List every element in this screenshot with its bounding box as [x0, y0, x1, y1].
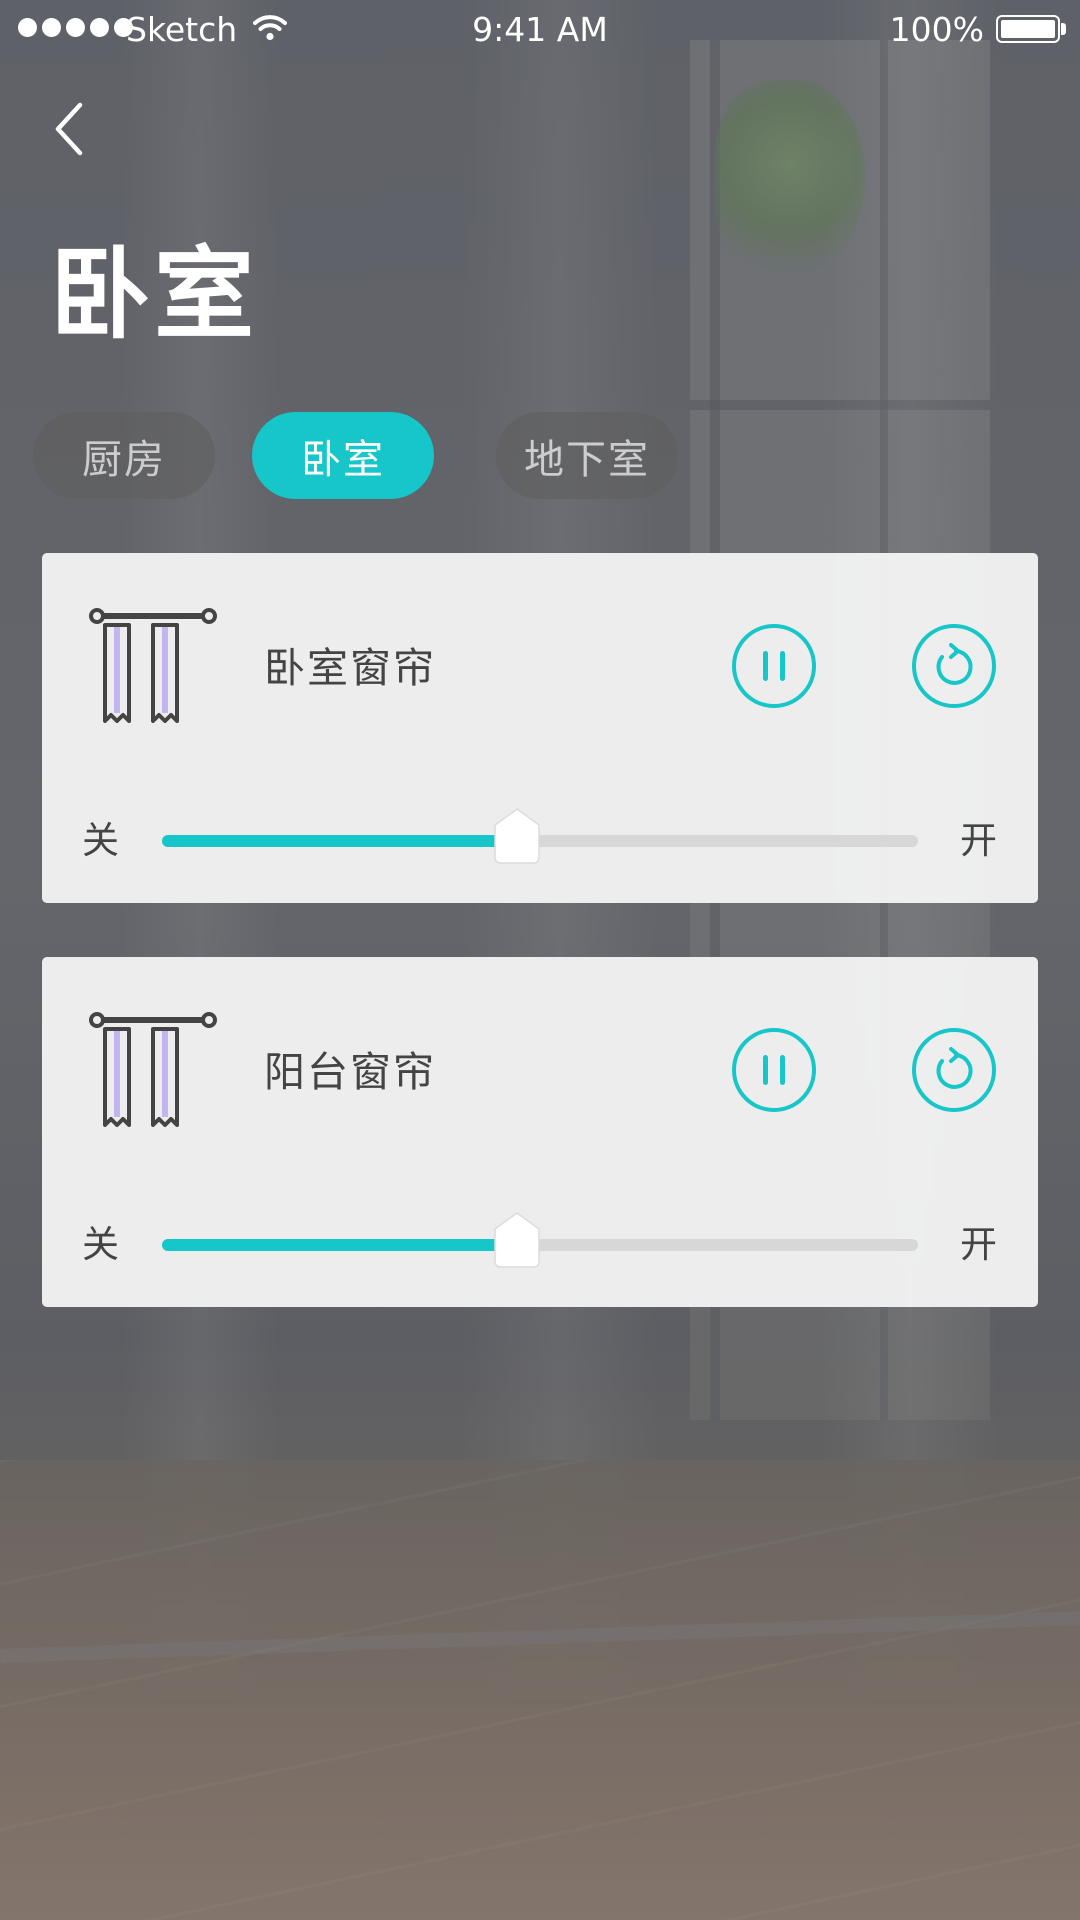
room-tabs: 厨房 卧室 地下室	[0, 412, 1080, 499]
curtain-icon	[89, 1012, 217, 1127]
device-card: 阳台窗帘 关 开	[42, 957, 1038, 1307]
refresh-icon	[936, 643, 973, 685]
slider-track[interactable]	[162, 1212, 918, 1268]
slider-thumb[interactable]	[491, 807, 543, 865]
pause-button[interactable]	[732, 1028, 816, 1112]
tab-kitchen[interactable]: 厨房	[33, 412, 215, 499]
refresh-icon	[936, 1047, 973, 1089]
pause-icon	[763, 1055, 785, 1085]
slider-min-label: 关	[82, 1223, 119, 1266]
slider-min-label: 关	[82, 819, 119, 862]
background-floor	[0, 1460, 1080, 1920]
battery-percentage: 100%	[889, 10, 984, 49]
device-name: 阳台窗帘	[264, 1048, 436, 1096]
screen: Sketch 9:41 AM 100% 卧室 厨房 卧室 地下室 卧室窗帘 关 …	[0, 0, 1080, 1920]
battery-nub	[1061, 23, 1066, 35]
tab-basement[interactable]: 地下室	[496, 412, 678, 499]
refresh-button[interactable]	[912, 1028, 996, 1112]
refresh-button[interactable]	[912, 624, 996, 708]
status-bar: Sketch 9:41 AM 100%	[0, 0, 1080, 60]
back-button[interactable]	[44, 96, 94, 162]
position-slider: 关 开	[42, 801, 1038, 881]
slider-fill	[162, 835, 518, 847]
background-mullion	[690, 400, 990, 410]
slider-thumb[interactable]	[491, 1211, 543, 1269]
curtain-icon	[89, 608, 217, 723]
slider-track[interactable]	[162, 808, 918, 864]
device-card: 卧室窗帘 关 开	[42, 553, 1038, 903]
slider-max-label: 开	[960, 819, 997, 862]
pause-icon	[763, 651, 785, 681]
slider-max-label: 开	[960, 1223, 997, 1266]
slider-fill	[162, 1239, 518, 1251]
page-title: 卧室	[50, 236, 258, 353]
pause-button[interactable]	[732, 624, 816, 708]
device-name: 卧室窗帘	[264, 644, 436, 692]
position-slider: 关 开	[42, 1205, 1038, 1285]
background-foliage	[715, 80, 865, 290]
battery-icon	[996, 15, 1060, 43]
tab-bedroom[interactable]: 卧室	[252, 412, 434, 499]
chevron-left-icon	[55, 102, 83, 156]
background-curtain-hem	[0, 1611, 1080, 1663]
